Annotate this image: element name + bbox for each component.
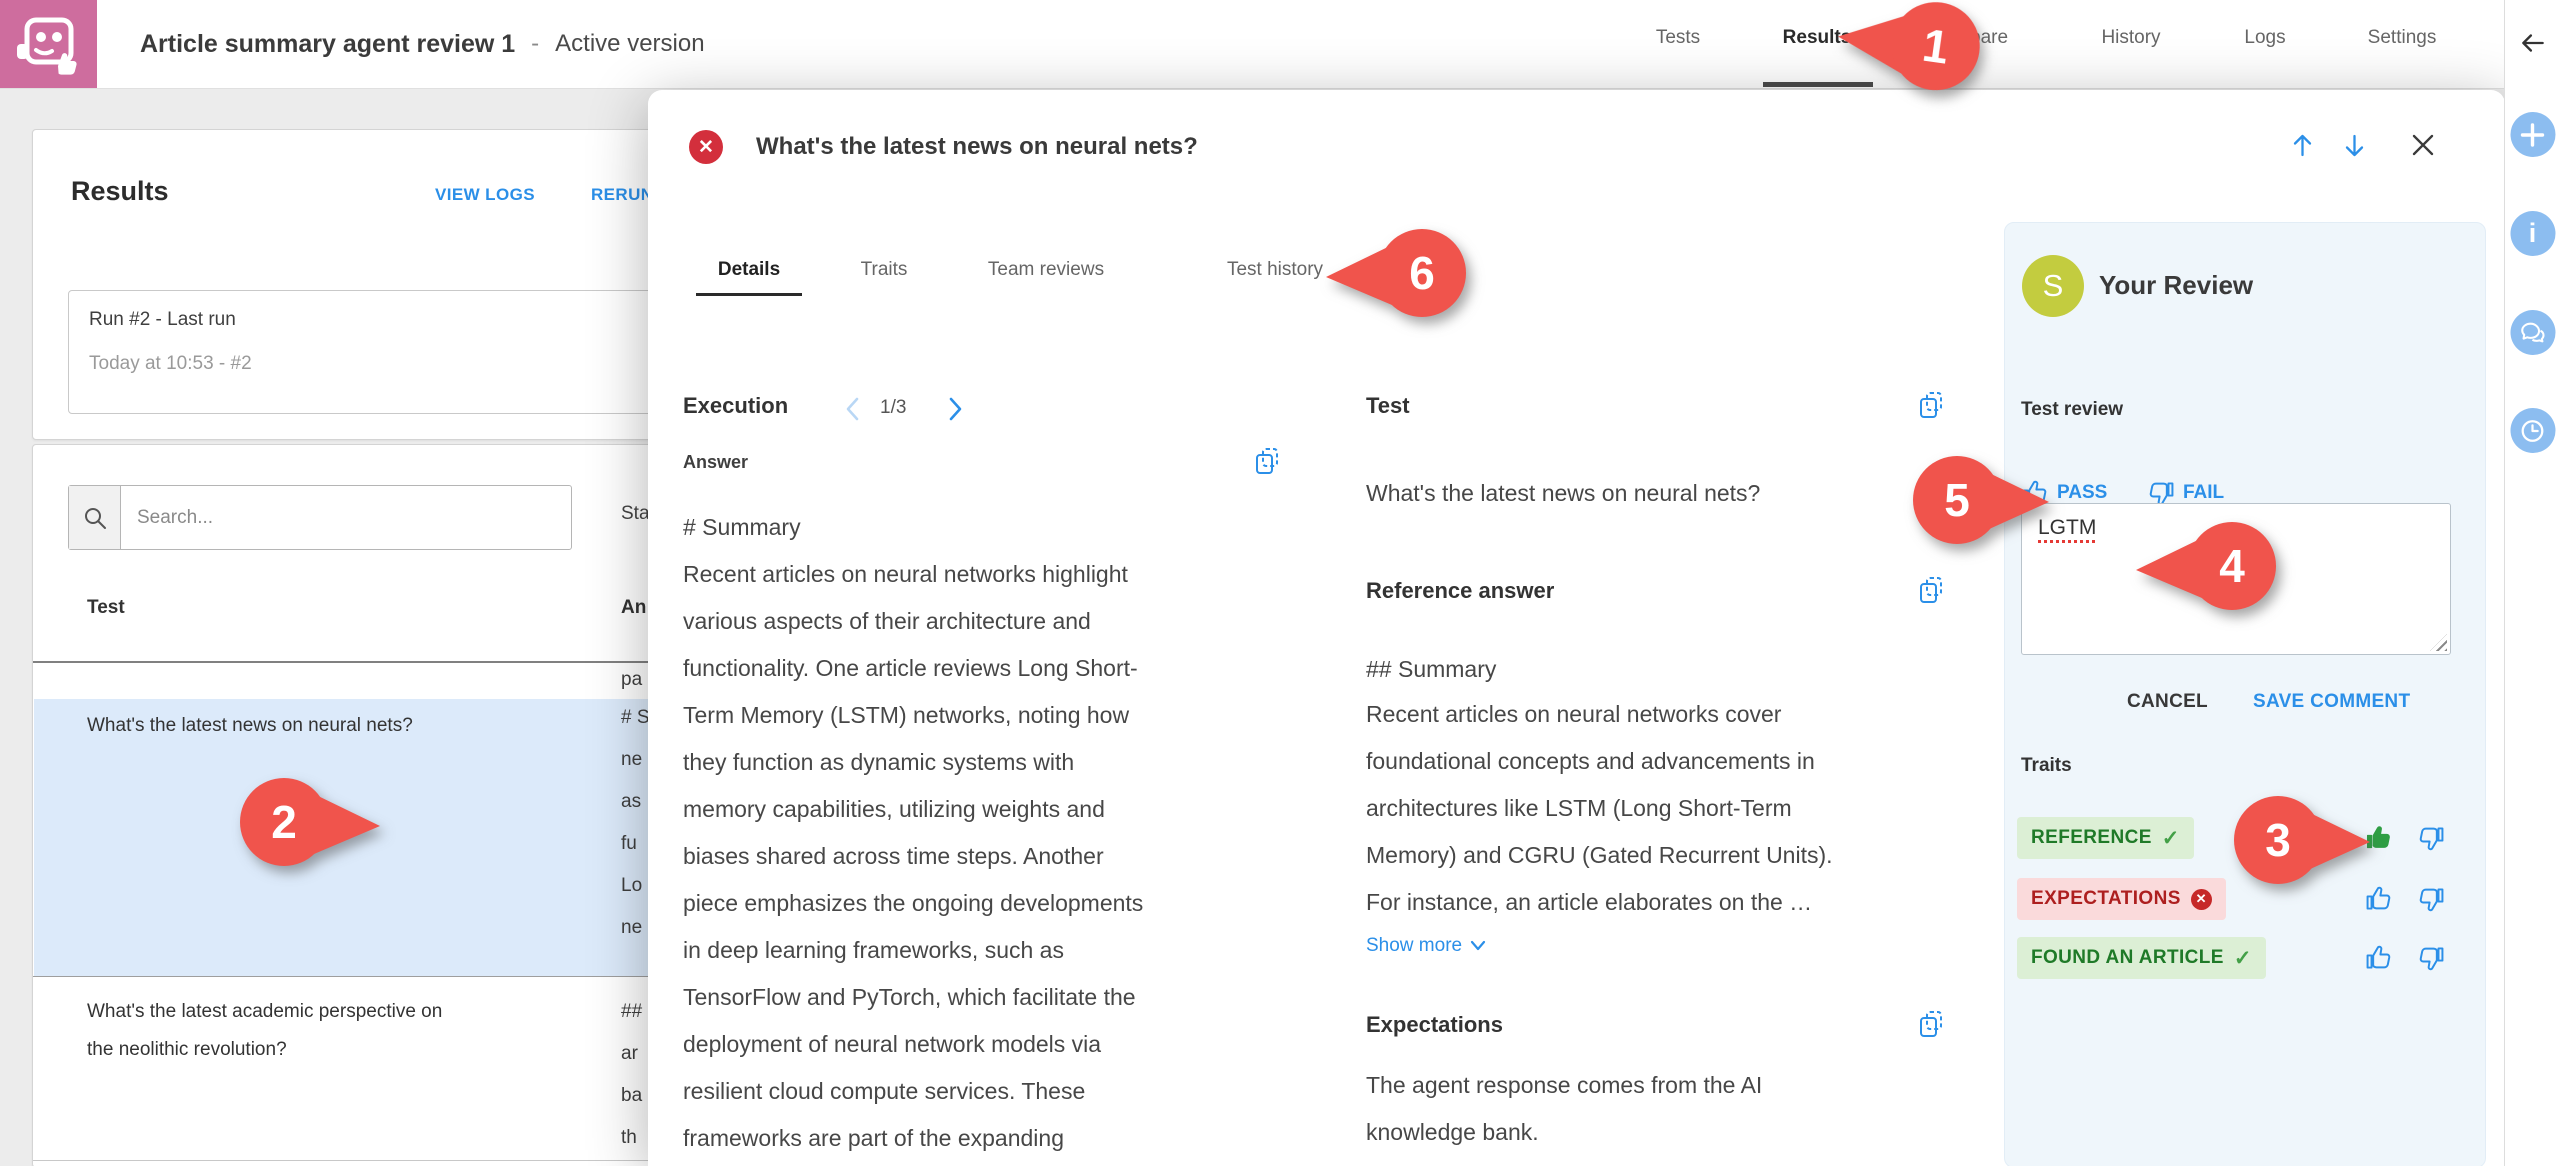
expectations-text: The agent response comes from the AI kno… — [1366, 1062, 1956, 1156]
copy-answer-icon[interactable] — [1254, 446, 1280, 476]
row-answer-clipped: # S ne as fu Lo ne — [621, 697, 650, 949]
prev-result-arrow-icon[interactable] — [2289, 132, 2316, 164]
right-toolbar: i — [2504, 0, 2560, 1166]
copy-reference-icon[interactable] — [1918, 575, 1944, 605]
show-more-link[interactable]: Show more — [1366, 935, 1486, 957]
save-comment-button[interactable]: SAVE COMMENT — [2253, 691, 2410, 713]
search-input[interactable] — [121, 486, 571, 549]
reference-text: Recent articles on neural networks cover… — [1366, 691, 1956, 926]
copy-test-icon[interactable] — [1918, 390, 1944, 420]
test-question: What's the latest news on neural nets? — [1366, 470, 1956, 517]
tab-tests[interactable]: Tests — [1656, 27, 1700, 49]
fail-status-icon: ✕ — [689, 130, 723, 164]
execution-heading: Execution — [683, 393, 788, 419]
modal-active-tab-underline — [696, 293, 802, 296]
modal-title: What's the latest news on neural nets? — [756, 130, 1198, 164]
your-review-panel: S Your Review Test review PASS FAIL LGTM… — [2004, 222, 2486, 1166]
trait-thumb-down-icon[interactable] — [2417, 824, 2445, 852]
test-heading: Test — [1366, 393, 1410, 419]
row-divider — [33, 1160, 733, 1161]
search-icon — [69, 486, 121, 549]
table-row-clipped-cell: pa — [621, 669, 642, 691]
tab-history[interactable]: History — [2101, 27, 2160, 49]
history-clock-icon[interactable] — [2510, 408, 2555, 453]
tab-logs[interactable]: Logs — [2244, 27, 2285, 49]
pager-count: 1/3 — [880, 397, 906, 419]
run-name: Run #2 - Last run — [89, 309, 236, 331]
your-review-title: Your Review — [2099, 270, 2253, 301]
check-icon: ✓ — [2162, 826, 2180, 851]
title-separator: - — [531, 30, 539, 58]
row-answer-clipped: ## ar ba th or Ho — [621, 991, 645, 1166]
table-header-divider — [33, 661, 733, 663]
test-detail-modal: ✕ What's the latest news on neural nets?… — [648, 90, 2505, 1166]
reference-subheading: ## Summary — [1366, 646, 1496, 693]
search-box — [68, 485, 572, 550]
trait-thumb-up-icon[interactable] — [2365, 824, 2393, 852]
pager-next-icon[interactable] — [948, 396, 964, 427]
trait-badge-found-an-article[interactable]: FOUND AN ARTICLE ✓ — [2017, 937, 2266, 979]
modal-tab-details[interactable]: Details — [718, 259, 780, 281]
app-header: Article summary agent review 1 - Active … — [0, 0, 2505, 89]
view-logs-button[interactable]: VIEW LOGS — [435, 185, 535, 205]
row-test-question: What's the latest academic perspective o… — [87, 993, 442, 1069]
close-icon[interactable] — [2409, 131, 2437, 164]
column-header-test: Test — [87, 597, 125, 619]
run-timestamp: Today at 10:53 - #2 — [89, 353, 252, 375]
results-table-card: Sta Test An pa What's the latest news on… — [32, 444, 734, 1166]
next-result-arrow-icon[interactable] — [2341, 132, 2368, 164]
results-card: Results VIEW LOGS RERUN Run #2 - Last ru… — [32, 129, 734, 440]
modal-tab-team-reviews[interactable]: Team reviews — [988, 259, 1104, 281]
trait-thumb-down-icon[interactable] — [2417, 885, 2445, 913]
comments-icon[interactable] — [2510, 310, 2555, 355]
plus-icon[interactable] — [2510, 112, 2555, 157]
avatar: S — [2022, 255, 2084, 317]
collapse-arrow-icon[interactable] — [2518, 28, 2548, 58]
resize-handle[interactable] — [2430, 634, 2447, 651]
tab-compare[interactable]: Compare — [1930, 27, 2008, 49]
version-label: Active version — [555, 30, 704, 58]
page-title: Article summary agent review 1 — [140, 30, 515, 59]
row-test-question: What's the latest news on neural nets? — [87, 707, 413, 745]
app-logo-icon[interactable] — [0, 0, 97, 88]
info-icon[interactable]: i — [2510, 211, 2555, 256]
rerun-button[interactable]: RERUN — [591, 185, 653, 205]
review-comment-input[interactable]: LGTM — [2021, 503, 2451, 655]
column-header-answer-clipped: An — [621, 597, 646, 619]
reference-answer-heading: Reference answer — [1366, 578, 1554, 604]
trait-thumb-down-icon[interactable] — [2417, 944, 2445, 972]
tab-results[interactable]: Results — [1783, 27, 1852, 49]
fail-circle-icon: ✕ — [2191, 889, 2212, 910]
answer-text: # Summary Recent articles on neural netw… — [683, 504, 1318, 1162]
trait-badge-reference[interactable]: REFERENCE ✓ — [2017, 817, 2194, 859]
run-selector[interactable]: Run #2 - Last run Today at 10:53 - #2 — [68, 290, 710, 414]
cancel-button[interactable]: CANCEL — [2127, 691, 2208, 713]
modal-tab-test-history[interactable]: Test history — [1227, 259, 1323, 281]
answer-label: Answer — [683, 452, 748, 473]
trait-thumb-up-icon[interactable] — [2365, 944, 2393, 972]
modal-tab-traits[interactable]: Traits — [861, 259, 908, 281]
results-title: Results — [71, 176, 169, 207]
trait-badge-expectations[interactable]: EXPECTATIONS ✕ — [2017, 878, 2226, 920]
status-filter-clipped[interactable]: Sta — [621, 503, 650, 525]
tab-settings[interactable]: Settings — [2368, 27, 2437, 49]
test-review-label: Test review — [2021, 399, 2123, 421]
active-tab-underline — [1763, 82, 1873, 87]
comment-value: LGTM — [2038, 516, 2096, 540]
check-icon: ✓ — [2234, 946, 2252, 971]
chevron-down-icon — [1470, 940, 1486, 952]
expectations-heading: Expectations — [1366, 1012, 1503, 1038]
trait-thumb-up-icon[interactable] — [2365, 885, 2393, 913]
pager-prev-icon[interactable] — [844, 396, 860, 427]
traits-label: Traits — [2021, 755, 2072, 777]
copy-expectations-icon[interactable] — [1918, 1009, 1944, 1039]
